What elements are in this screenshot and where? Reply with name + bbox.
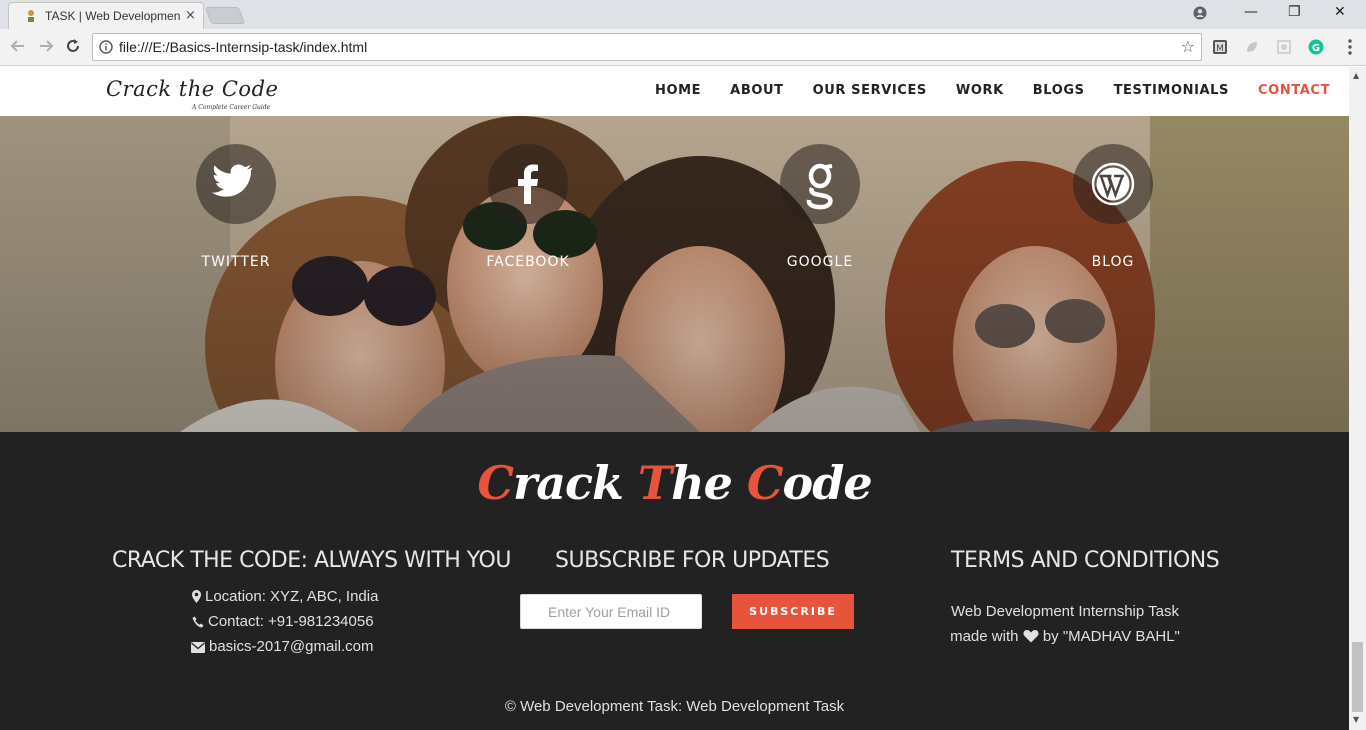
phone-text: Contact: +91-981234056 bbox=[208, 613, 374, 630]
extension-grid-icon[interactable] bbox=[1276, 39, 1292, 55]
site-navbar: Crack the Code A Complete Career Guide H… bbox=[0, 67, 1349, 116]
url-text: file:///E:/Basics-Internsip-task/index.h… bbox=[119, 39, 368, 55]
envelope-icon bbox=[191, 642, 205, 653]
social-google[interactable]: GOOGLE bbox=[750, 144, 890, 270]
logo-subtitle: A Complete Career Guide bbox=[192, 104, 271, 111]
google-icon bbox=[806, 163, 833, 210]
brand-letter-t: T bbox=[637, 456, 672, 510]
social-twitter[interactable]: TWITTER bbox=[166, 144, 306, 270]
location-text: Location: XYZ, ABC, India bbox=[205, 588, 379, 605]
social-label: FACEBOOK bbox=[486, 254, 570, 270]
extension-m-icon[interactable]: M bbox=[1212, 39, 1228, 55]
wordpress-icon bbox=[1091, 162, 1135, 206]
browser-tab[interactable]: TASK | Web Developmen × bbox=[8, 2, 204, 29]
main-menu: HOME ABOUT OUR SERVICES WORK BLOGS TESTI… bbox=[655, 83, 1330, 98]
new-tab-button[interactable] bbox=[204, 7, 246, 24]
blog-circle[interactable] bbox=[1073, 144, 1153, 224]
footer-brand-logo: Crack The Code bbox=[0, 456, 1349, 510]
nav-home[interactable]: HOME bbox=[655, 83, 701, 98]
scroll-up-arrow-icon[interactable]: ▲ bbox=[1353, 71, 1359, 80]
extension-leaf-icon[interactable] bbox=[1244, 39, 1260, 55]
page-scrollbar[interactable]: ▲ ▼ bbox=[1349, 67, 1366, 730]
browser-menu-icon[interactable] bbox=[1344, 37, 1356, 57]
brand-text-he: he bbox=[671, 456, 747, 510]
site-logo[interactable]: Crack the Code A Complete Career Guide bbox=[106, 77, 279, 111]
heart-icon bbox=[1023, 630, 1039, 643]
reload-icon[interactable] bbox=[64, 37, 82, 55]
close-window-button[interactable]: ✕ bbox=[1334, 4, 1346, 20]
restore-button[interactable]: ❐ bbox=[1288, 4, 1301, 20]
grammarly-icon[interactable]: G bbox=[1308, 39, 1324, 55]
copyright-text: © Web Development Task: Web Development … bbox=[504, 698, 845, 715]
social-facebook[interactable]: FACEBOOK bbox=[458, 144, 598, 270]
nav-work[interactable]: WORK bbox=[956, 83, 1004, 98]
scrollbar-thumb[interactable] bbox=[1352, 642, 1363, 712]
subscribe-column-title: SUBSCRIBE FOR UPDATES bbox=[555, 548, 830, 573]
logo-text: Crack the Code bbox=[106, 77, 279, 101]
brand-text-ode: ode bbox=[782, 456, 873, 510]
email-subscribe-input[interactable] bbox=[520, 594, 702, 629]
social-blog[interactable]: BLOG bbox=[1043, 144, 1183, 270]
social-hero-section: TWITTER FACEBOOK GOOGLE BLOG bbox=[0, 116, 1349, 432]
minimize-button[interactable]: — bbox=[1244, 4, 1258, 20]
contact-column-title: CRACK THE CODE: ALWAYS WITH YOU bbox=[112, 548, 511, 573]
tab-title: TASK | Web Developmen bbox=[45, 9, 181, 23]
facebook-icon bbox=[518, 164, 538, 204]
nav-our-services[interactable]: OUR SERVICES bbox=[813, 83, 927, 98]
browser-tab-bar: TASK | Web Developmen × — ❐ ✕ bbox=[0, 0, 1366, 29]
social-label: BLOG bbox=[1091, 254, 1135, 270]
svg-text:M: M bbox=[1216, 44, 1224, 54]
terms-column-title: TERMS AND CONDITIONS bbox=[951, 548, 1220, 573]
map-marker-icon bbox=[192, 590, 201, 603]
nav-testimonials[interactable]: TESTIMONIALS bbox=[1114, 83, 1229, 98]
tab-close-icon[interactable]: × bbox=[185, 8, 196, 23]
made-with-text: made with bbox=[950, 628, 1019, 645]
google-circle[interactable] bbox=[780, 144, 860, 224]
nav-blogs[interactable]: BLOGS bbox=[1033, 83, 1085, 98]
terms-line-2: made with by "MADHAV BAHL" bbox=[940, 628, 1190, 645]
brand-text-rack: rack bbox=[512, 456, 638, 510]
facebook-circle[interactable] bbox=[488, 144, 568, 224]
address-bar[interactable]: file:///E:/Basics-Internsip-task/index.h… bbox=[92, 33, 1202, 61]
terms-line-1: Web Development Internship Task bbox=[951, 603, 1179, 620]
bookmark-star-icon[interactable]: ☆ bbox=[1181, 37, 1195, 56]
page-viewport: Crack the Code A Complete Career Guide H… bbox=[0, 67, 1349, 730]
site-footer: Crack The Code CRACK THE CODE: ALWAYS WI… bbox=[0, 432, 1349, 730]
social-label: GOOGLE bbox=[786, 254, 854, 270]
brand-letter-c2: C bbox=[746, 456, 784, 510]
nav-contact[interactable]: CONTACT bbox=[1258, 83, 1330, 98]
favicon-icon bbox=[28, 10, 34, 22]
twitter-circle[interactable] bbox=[196, 144, 276, 224]
nav-about[interactable]: ABOUT bbox=[730, 83, 783, 98]
profile-icon[interactable] bbox=[1193, 6, 1207, 20]
phone-icon bbox=[192, 616, 204, 628]
twitter-icon bbox=[211, 164, 253, 197]
social-label: TWITTER bbox=[201, 254, 271, 270]
author-text: by "MADHAV BAHL" bbox=[1042, 628, 1180, 645]
brand-letter-c: C bbox=[477, 456, 514, 510]
browser-toolbar: file:///E:/Basics-Internsip-task/index.h… bbox=[0, 29, 1366, 66]
email-text[interactable]: basics-2017@gmail.com bbox=[209, 638, 373, 655]
phone-line: Contact: +91-981234056 bbox=[192, 613, 374, 630]
info-icon[interactable] bbox=[99, 40, 113, 54]
subscribe-button[interactable]: SUBSCRIBE bbox=[732, 594, 854, 629]
svg-text:G: G bbox=[1312, 43, 1320, 54]
location-line: Location: XYZ, ABC, India bbox=[192, 588, 378, 605]
forward-arrow-icon[interactable] bbox=[37, 37, 55, 55]
scroll-down-arrow-icon[interactable]: ▼ bbox=[1353, 715, 1359, 724]
email-line[interactable]: basics-2017@gmail.com bbox=[191, 638, 373, 655]
back-arrow-icon[interactable] bbox=[9, 37, 27, 55]
